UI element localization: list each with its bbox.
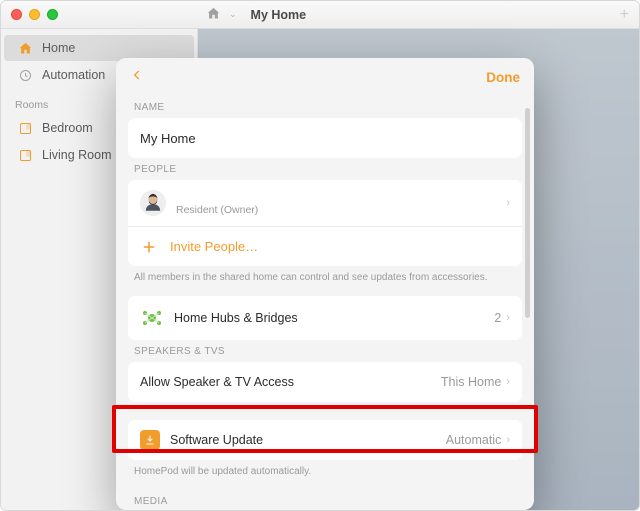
toolbar-title-group: ⌄ My Home — [206, 6, 306, 24]
sheet-header: Done — [116, 58, 534, 96]
resident-row[interactable]: Resident (Owner) › — [128, 180, 522, 226]
house-icon — [206, 6, 221, 24]
name-card — [128, 118, 522, 158]
hubs-count: 2 — [494, 311, 501, 325]
resident-name — [176, 191, 258, 203]
done-button[interactable]: Done — [486, 70, 520, 85]
section-header-media: MEDIA — [128, 490, 522, 507]
sidebar-item-label: Home — [42, 41, 75, 55]
room-icon — [18, 148, 33, 163]
sidebar-item-label: Bedroom — [42, 121, 93, 135]
plus-icon — [140, 238, 158, 256]
software-update-row[interactable]: Software Update Automatic › — [128, 420, 522, 460]
titlebar: ⌄ My Home + — [1, 1, 639, 29]
room-icon — [18, 121, 33, 136]
window-title: My Home — [251, 8, 307, 22]
fullscreen-window-button[interactable] — [47, 9, 58, 20]
section-header-name: NAME — [128, 96, 522, 118]
download-icon — [140, 430, 160, 450]
sheet-scroll-area[interactable]: NAME PEOPLE Resident (Owner) › — [116, 96, 534, 510]
software-hint: HomePod will be updated automatically. — [128, 460, 522, 490]
add-button[interactable]: + — [620, 6, 629, 24]
home-name-input[interactable] — [140, 131, 510, 146]
chevron-right-icon: › — [506, 376, 510, 388]
sidebar-item-label: Living Room — [42, 148, 111, 162]
hubs-card: Home Hubs & Bridges 2 › — [128, 296, 522, 340]
speakers-card: Allow Speaker & TV Access This Home › — [128, 362, 522, 402]
speaker-access-label: Allow Speaker & TV Access — [140, 375, 294, 389]
chevron-down-icon[interactable]: ⌄ — [229, 9, 237, 20]
home-hubs-row[interactable]: Home Hubs & Bridges 2 › — [128, 296, 522, 340]
resident-role: Resident (Owner) — [176, 204, 258, 216]
software-update-card: Software Update Automatic › — [128, 420, 522, 460]
scrollbar[interactable] — [525, 108, 530, 318]
minimize-window-button[interactable] — [29, 9, 40, 20]
chevron-right-icon: › — [506, 197, 510, 209]
home-name-field[interactable] — [128, 118, 522, 158]
hubs-icon — [140, 306, 164, 330]
invite-people-label: Invite People… — [170, 239, 258, 254]
section-header-speakers: SPEAKERS & TVS — [128, 340, 522, 362]
clock-icon — [18, 68, 33, 83]
section-header-people: PEOPLE — [128, 158, 522, 180]
back-button[interactable] — [130, 68, 144, 87]
sidebar-item-label: Automation — [42, 68, 105, 82]
app-window: ⌄ My Home + Home Automation Rooms — [0, 0, 640, 511]
speaker-access-row[interactable]: Allow Speaker & TV Access This Home › — [128, 362, 522, 402]
hubs-label: Home Hubs & Bridges — [174, 311, 298, 325]
close-window-button[interactable] — [11, 9, 22, 20]
software-update-value: Automatic — [446, 433, 502, 447]
home-settings-sheet: Done NAME PEOPLE Resident (Owner) — [116, 58, 534, 510]
chevron-right-icon: › — [506, 312, 510, 324]
invite-people-row[interactable]: Invite People… — [128, 226, 522, 266]
chevron-right-icon: › — [506, 434, 510, 446]
software-update-label: Software Update — [170, 433, 263, 447]
house-icon — [18, 41, 33, 56]
avatar — [140, 190, 166, 216]
people-hint: All members in the shared home can contr… — [128, 266, 522, 296]
people-card: Resident (Owner) › Invite People… — [128, 180, 522, 266]
window-controls — [11, 9, 58, 20]
speaker-access-value: This Home — [441, 375, 501, 389]
